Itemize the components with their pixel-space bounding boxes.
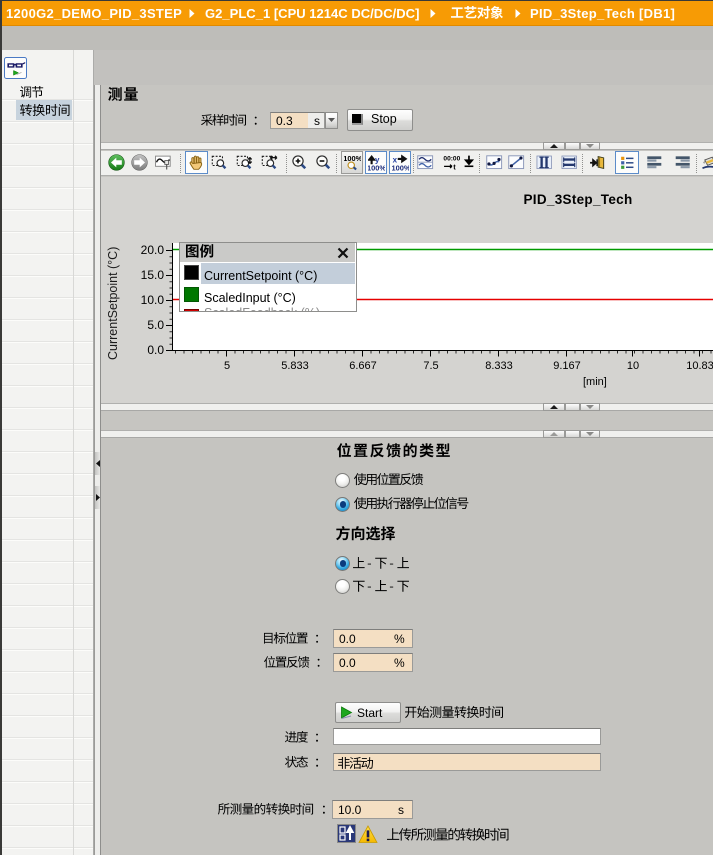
- svg-text:100%: 100%: [392, 163, 409, 171]
- svg-text:100%: 100%: [368, 163, 385, 171]
- svg-text:00:00: 00:00: [443, 155, 460, 162]
- svg-text:t: t: [453, 162, 456, 171]
